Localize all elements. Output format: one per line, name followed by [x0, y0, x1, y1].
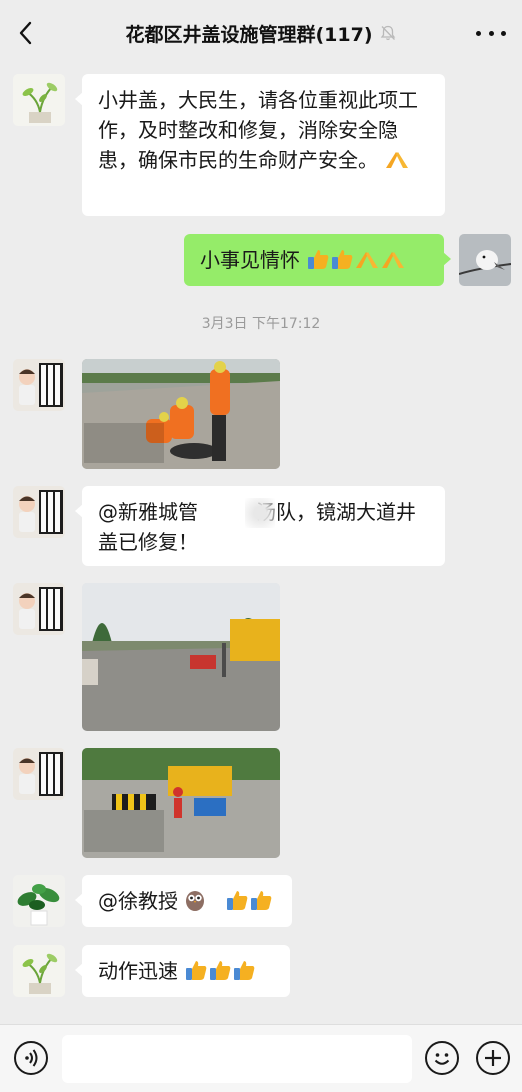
more-button[interactable]	[476, 20, 506, 46]
photo-message[interactable]	[82, 583, 280, 731]
own-avatar[interactable]	[459, 234, 511, 286]
owl-icon	[186, 891, 205, 911]
thumbs-up-icon	[186, 961, 207, 980]
message-text: 小井盖，大民生，请各位重视此项工作，及时整改和修复，消除安全隐患，确保市民的生命…	[98, 88, 418, 172]
avatar[interactable]	[13, 486, 65, 538]
avatar[interactable]	[13, 583, 65, 635]
mention-link[interactable]: @徐教授	[98, 889, 178, 913]
manhole-repair-photo	[82, 359, 280, 469]
voice-button[interactable]	[14, 1041, 48, 1075]
message-bubble[interactable]: @徐教授	[75, 875, 292, 927]
more-dot	[488, 30, 494, 36]
back-button[interactable]	[12, 17, 38, 49]
avatar[interactable]	[13, 748, 65, 800]
thumbs-up-icon	[308, 250, 329, 269]
chevron-left-icon	[19, 21, 32, 45]
avatar[interactable]	[13, 359, 65, 411]
message-bubble[interactable]: 动作迅速	[75, 945, 290, 997]
avatar[interactable]	[13, 945, 65, 997]
child-piano-avatar-icon	[13, 748, 65, 800]
mention-link[interactable]: @新雅城管	[98, 500, 198, 524]
potted-plant-avatar-icon	[13, 875, 65, 927]
photo-message[interactable]	[82, 748, 280, 858]
thumbs-up-icon	[332, 250, 353, 269]
message-bubble[interactable]: 小井盖，大民生，请各位重视此项工作，及时整改和修复，消除安全隐患，确保市民的生命…	[75, 74, 445, 216]
plant-avatar-icon	[13, 945, 65, 997]
voice-icon	[25, 1049, 38, 1067]
message-text: 小事见情怀	[200, 248, 300, 272]
thumbs-up-icon	[251, 891, 272, 910]
message-timestamp: 3月3日 下午17:12	[201, 316, 321, 332]
redaction-blur	[245, 498, 275, 528]
message-text: 动作迅速	[98, 959, 178, 983]
avatar[interactable]	[13, 74, 65, 126]
chat-header: 花都区井盖设施管理群(117)	[0, 0, 522, 66]
photo-message[interactable]	[82, 359, 280, 469]
avatar[interactable]	[13, 875, 65, 927]
child-piano-avatar-icon	[13, 486, 65, 538]
more-dot	[501, 30, 506, 36]
praying-hands-icon	[356, 252, 379, 268]
more-dot	[476, 30, 481, 36]
bird-avatar-icon	[459, 234, 511, 286]
thumbs-up-icon	[210, 961, 231, 980]
emoji-button[interactable]	[425, 1041, 459, 1075]
thumbs-up-icon	[227, 891, 248, 910]
road-repair-photo	[82, 583, 280, 731]
own-message-bubble[interactable]: 小事见情怀	[184, 234, 451, 286]
thumbs-up-icon	[234, 961, 255, 980]
input-bar	[0, 1024, 522, 1092]
child-piano-avatar-icon	[13, 359, 65, 411]
plant-avatar-icon	[13, 74, 65, 126]
bell-off-icon	[380, 25, 395, 41]
emoji-icon	[434, 1053, 450, 1065]
praying-hands-icon	[386, 152, 409, 168]
roadwork-site-photo	[82, 748, 280, 858]
praying-hands-icon	[382, 252, 405, 268]
plus-icon	[485, 1050, 501, 1066]
chat-title: 花都区井盖设施管理群(117)	[125, 23, 373, 46]
child-piano-avatar-icon	[13, 583, 65, 635]
plus-button[interactable]	[476, 1041, 510, 1075]
message-input[interactable]	[62, 1035, 412, 1083]
